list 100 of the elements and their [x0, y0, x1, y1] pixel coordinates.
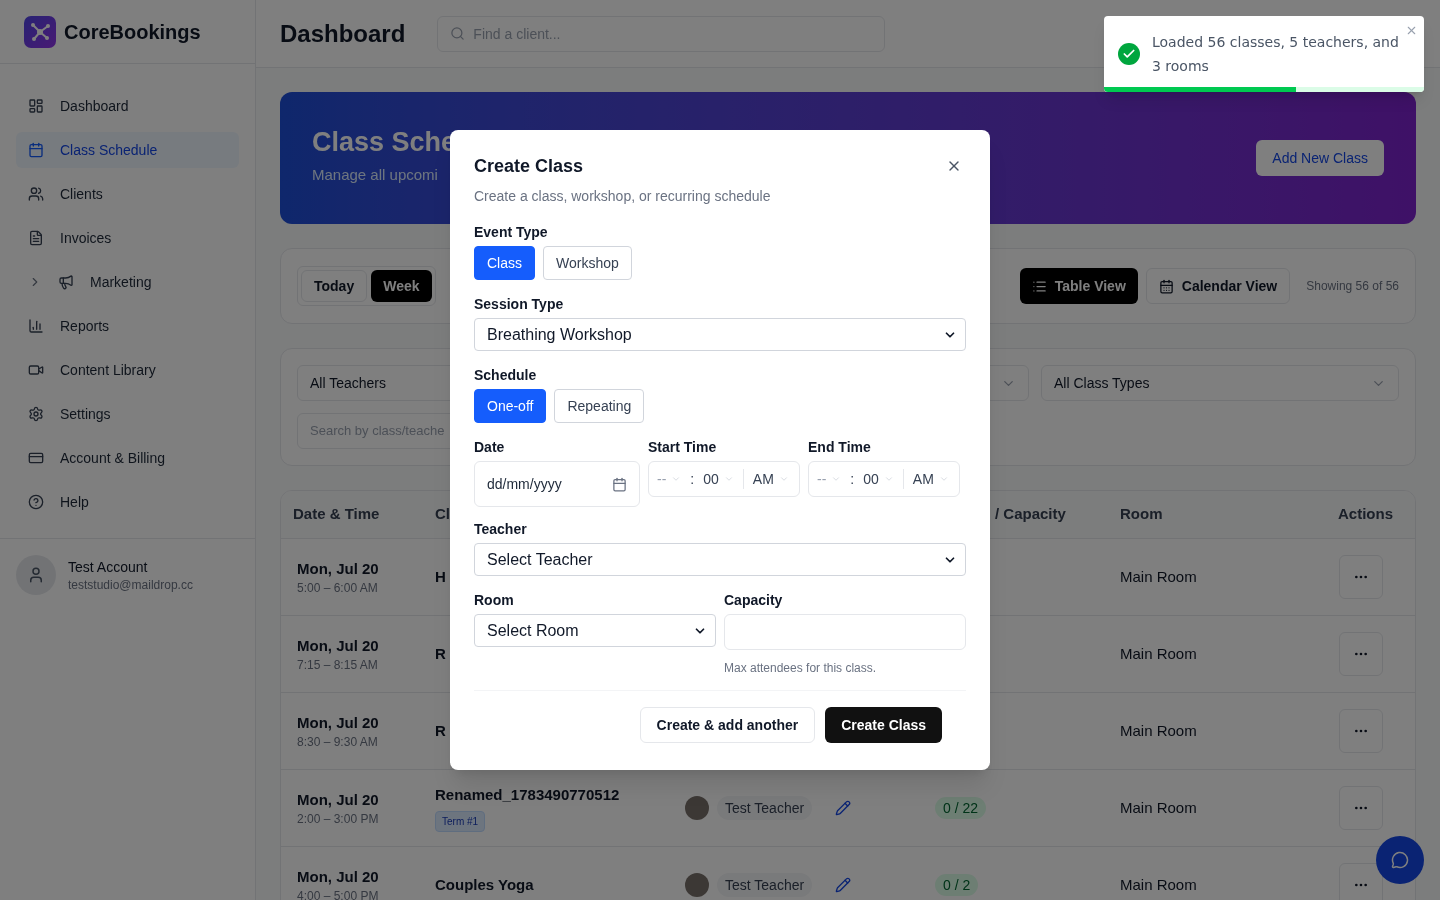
date-text: Mon, Jul 20 — [297, 712, 380, 733]
app-name: CoreBookings — [64, 19, 201, 45]
sidebar-item[interactable]: Settings — [16, 396, 239, 432]
dialog-subtitle: Create a class, workshop, or recurring schedule — [474, 187, 772, 206]
create-class-button[interactable]: Create Class — [825, 707, 942, 743]
room-text: Main Room — [1120, 874, 1198, 895]
teacher-select[interactable]: Select Teacher — [474, 543, 966, 576]
chat-bubble-icon — [1391, 851, 1409, 869]
calendar-icon — [28, 142, 44, 158]
chevron-down-icon — [938, 474, 949, 484]
logo-icon — [24, 15, 56, 48]
result-count: Showing 56 of 56 — [1306, 278, 1399, 294]
users-icon — [28, 186, 44, 202]
date-text: Mon, Jul 20 — [297, 789, 380, 810]
calendar-icon — [612, 476, 627, 492]
view-toggle[interactable]: Calendar View — [1145, 268, 1291, 304]
pencil-icon[interactable] — [835, 800, 851, 816]
calendar-icon — [1158, 278, 1174, 294]
teacher-chip: Test Teacher — [717, 873, 813, 897]
sidebar-item[interactable]: Content Library — [16, 352, 239, 388]
sidebar-item[interactable]: Marketing — [16, 264, 239, 300]
user-email: teststudio@maildrop.cc — [68, 577, 193, 593]
column-header: Room — [1120, 504, 1164, 525]
term-tag: Term #1 — [435, 810, 486, 832]
class-name: R — [435, 720, 446, 741]
column-header: / Capacity — [994, 504, 1067, 525]
grid-icon — [28, 98, 44, 114]
field-label: Event Type — [474, 223, 549, 242]
time-text: 5:00 – 6:00 AM — [297, 580, 379, 597]
page-title: Dashboard — [280, 18, 406, 49]
view-toggle[interactable]: Table View — [1019, 268, 1138, 304]
time-picker[interactable]: -- : 00 AM — [648, 461, 800, 497]
column-header: Date & Time — [293, 504, 381, 525]
field-label: Date — [474, 438, 506, 457]
field-label: End Time — [808, 438, 872, 457]
add-class-button[interactable]: Add New Class — [1256, 140, 1384, 176]
class-name: H — [435, 566, 446, 587]
banner-subtitle: Manage all upcomi — [312, 165, 439, 186]
column-header: Cl — [435, 504, 451, 525]
avatar-placeholder — [685, 873, 709, 897]
create-add-another-button[interactable]: Create & add another — [639, 707, 816, 743]
avatar-placeholder — [685, 796, 709, 820]
range-tab[interactable]: Week — [371, 270, 432, 302]
segment-option[interactable]: One-off — [474, 389, 547, 423]
room-text: Main Room — [1120, 643, 1198, 664]
capacity-badge: 0 / 22 — [935, 797, 987, 819]
date-text: Mon, Jul 20 — [297, 635, 380, 656]
time-text: 2:00 – 3:00 PM — [297, 811, 380, 828]
segment-option[interactable]: Class — [474, 246, 535, 280]
class-name: Couples Yoga — [435, 874, 534, 895]
class-name: R — [435, 643, 446, 664]
field-hint: Max attendees for this class. — [724, 660, 878, 676]
time-text: 8:30 – 9:30 AM — [297, 734, 379, 751]
date-text: Mon, Jul 20 — [297, 558, 380, 579]
document-icon — [28, 230, 44, 246]
avatar-placeholder — [16, 555, 56, 595]
field-label: Schedule — [474, 366, 538, 385]
segment-option[interactable]: Repeating — [554, 389, 645, 423]
time-picker[interactable]: -- : 00 AM — [808, 461, 960, 497]
chevron-down-icon — [831, 474, 842, 484]
segment-option[interactable]: Workshop — [543, 246, 632, 280]
field-label: Room — [474, 591, 515, 610]
chevron-down-icon — [723, 474, 734, 484]
teacher-chip: Test Teacher — [717, 796, 813, 820]
sidebar-item[interactable]: Clients — [16, 176, 239, 212]
class-type-filter[interactable]: All Class Types — [1041, 365, 1399, 401]
sidebar-item[interactable]: Dashboard — [16, 88, 239, 124]
success-icon — [1118, 43, 1140, 65]
credit-card-icon — [28, 450, 44, 466]
session-type-select[interactable]: Breathing Workshop — [474, 318, 966, 351]
date-field[interactable]: dd/mm/yyyy — [474, 461, 640, 507]
sidebar-item[interactable]: Reports — [16, 308, 239, 344]
sidebar-item[interactable]: Class Schedule — [16, 132, 239, 168]
time-text: 7:15 – 8:15 AM — [297, 657, 379, 674]
sidebar-item[interactable]: Help — [16, 484, 239, 520]
field-label: Start Time — [648, 438, 718, 457]
bar-chart-icon — [28, 318, 44, 334]
sidebar-item[interactable]: Account & Billing — [16, 440, 239, 476]
room-text: Main Room — [1120, 797, 1198, 818]
chevron-down-icon — [778, 474, 789, 484]
chevron-down-icon — [883, 474, 894, 484]
list-icon — [1031, 278, 1047, 294]
sidebar-item[interactable]: Invoices — [16, 220, 239, 256]
column-header: Actions — [1337, 504, 1394, 525]
time-text: 4:00 – 5:00 PM — [297, 888, 380, 900]
megaphone-icon — [58, 274, 74, 290]
range-tab[interactable]: Today — [301, 270, 368, 302]
field-label: Session Type — [474, 295, 565, 314]
capacity-field[interactable] — [724, 614, 966, 650]
pencil-icon[interactable] — [835, 877, 851, 893]
search-icon — [450, 26, 466, 41]
field-label: Capacity — [724, 591, 784, 610]
dialog-title: Create Class — [474, 155, 584, 178]
user-name: Test Account — [68, 558, 149, 577]
room-text: Main Room — [1120, 566, 1198, 587]
room-text: Main Room — [1120, 720, 1198, 741]
capacity-badge: 0 / 2 — [935, 874, 979, 896]
chevron-down-icon — [671, 474, 682, 484]
room-select[interactable]: Select Room — [474, 614, 716, 647]
video-camera-icon — [28, 362, 44, 378]
